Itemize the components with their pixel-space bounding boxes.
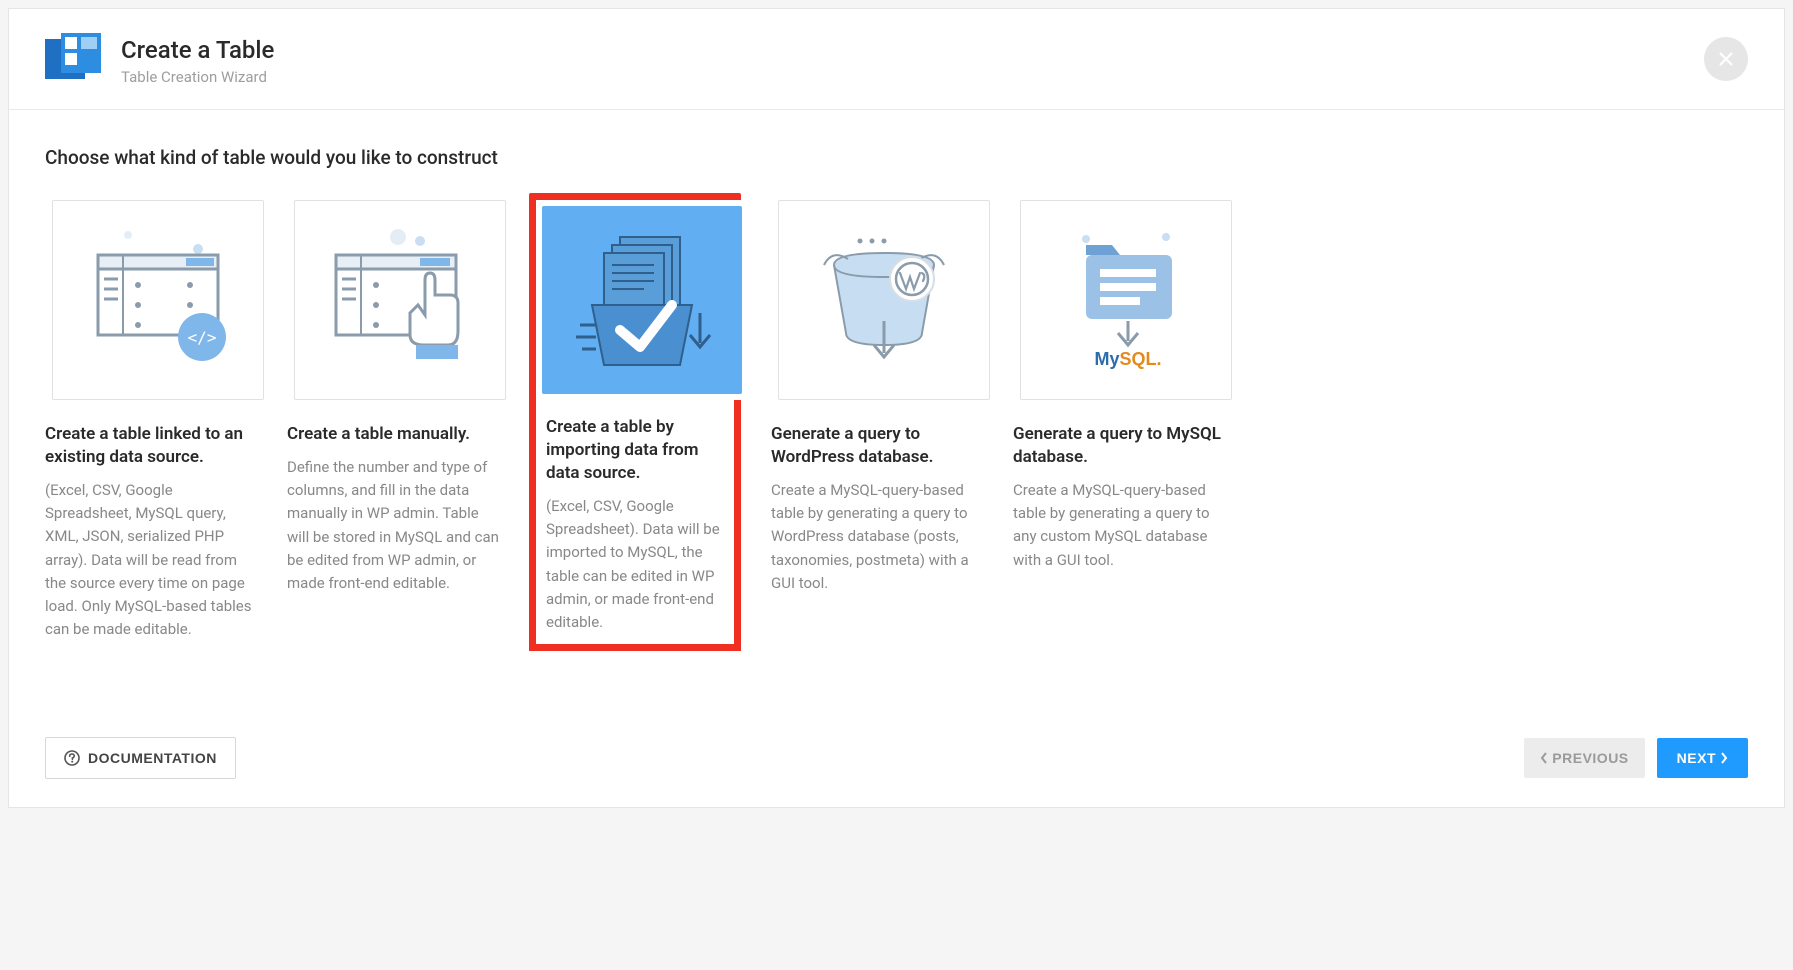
- app-logo-icon: [45, 33, 101, 89]
- option-thumb-mysqlquery[interactable]: MySQL.: [1020, 200, 1232, 400]
- mysql-db-icon: MySQL.: [1046, 225, 1206, 375]
- wizard-footer: DOCUMENTATION PREVIOUS NEXT: [9, 717, 1784, 807]
- option-thumb-manual[interactable]: [294, 200, 506, 400]
- option-card-wpquery[interactable]: Generate a query to WordPress database. …: [771, 193, 983, 595]
- close-button[interactable]: [1704, 37, 1748, 81]
- import-check-icon: [562, 225, 722, 375]
- option-desc: (Excel, CSV, Google Spreadsheet). Data w…: [546, 495, 724, 635]
- option-cards-row: </> Create a table linked to an existing…: [45, 193, 1748, 651]
- option-card-import[interactable]: Create a table by importing data from da…: [529, 193, 741, 651]
- option-desc: (Excel, CSV, Google Spreadsheet, MySQL q…: [45, 479, 257, 642]
- option-title: Create a table by importing data from da…: [546, 416, 724, 485]
- svg-text:MySQL.: MySQL.: [1094, 349, 1161, 369]
- next-label: NEXT: [1677, 750, 1716, 766]
- wizard-title: Create a Table: [121, 36, 274, 64]
- option-title: Generate a query to MySQL database.: [1013, 423, 1225, 469]
- wizard-body: Choose what kind of table would you like…: [9, 110, 1784, 687]
- documentation-button[interactable]: DOCUMENTATION: [45, 737, 236, 779]
- next-button[interactable]: NEXT: [1657, 738, 1748, 778]
- option-title: Generate a query to WordPress database.: [771, 423, 983, 469]
- documentation-label: DOCUMENTATION: [88, 750, 217, 766]
- option-desc: Create a MySQL-query-based table by gene…: [771, 479, 983, 595]
- option-card-linked[interactable]: </> Create a table linked to an existing…: [45, 193, 257, 642]
- option-thumb-wpquery[interactable]: [778, 200, 990, 400]
- nav-buttons: PREVIOUS NEXT: [1524, 738, 1748, 778]
- option-thumb-import[interactable]: [536, 200, 748, 400]
- option-title: Create a table linked to an existing dat…: [45, 423, 257, 469]
- wizard-subtitle: Table Creation Wizard: [121, 68, 274, 86]
- previous-button[interactable]: PREVIOUS: [1524, 738, 1644, 778]
- header-text-block: Create a Table Table Creation Wizard: [121, 36, 274, 86]
- chevron-right-icon: [1720, 752, 1728, 764]
- option-desc: Create a MySQL-query-based table by gene…: [1013, 479, 1225, 572]
- wizard-panel: Create a Table Table Creation Wizard Cho…: [8, 8, 1785, 808]
- option-title: Create a table manually.: [287, 423, 499, 446]
- previous-label: PREVIOUS: [1552, 750, 1628, 766]
- hand-pointer-icon: [320, 225, 480, 375]
- option-card-manual[interactable]: Create a table manually. Define the numb…: [287, 193, 499, 595]
- wizard-header: Create a Table Table Creation Wizard: [9, 9, 1784, 110]
- option-thumb-linked[interactable]: </>: [52, 200, 264, 400]
- option-card-mysqlquery[interactable]: MySQL. Generate a query to MySQL databas…: [1013, 193, 1225, 572]
- svg-text:</>: </>: [188, 328, 217, 347]
- option-desc: Define the number and type of columns, a…: [287, 456, 499, 596]
- chevron-left-icon: [1540, 752, 1548, 764]
- help-circle-icon: [64, 750, 80, 766]
- wordpress-db-icon: [804, 225, 964, 375]
- prompt-text: Choose what kind of table would you like…: [45, 146, 1748, 169]
- code-window-icon: </>: [78, 225, 238, 375]
- close-icon: [1719, 52, 1733, 66]
